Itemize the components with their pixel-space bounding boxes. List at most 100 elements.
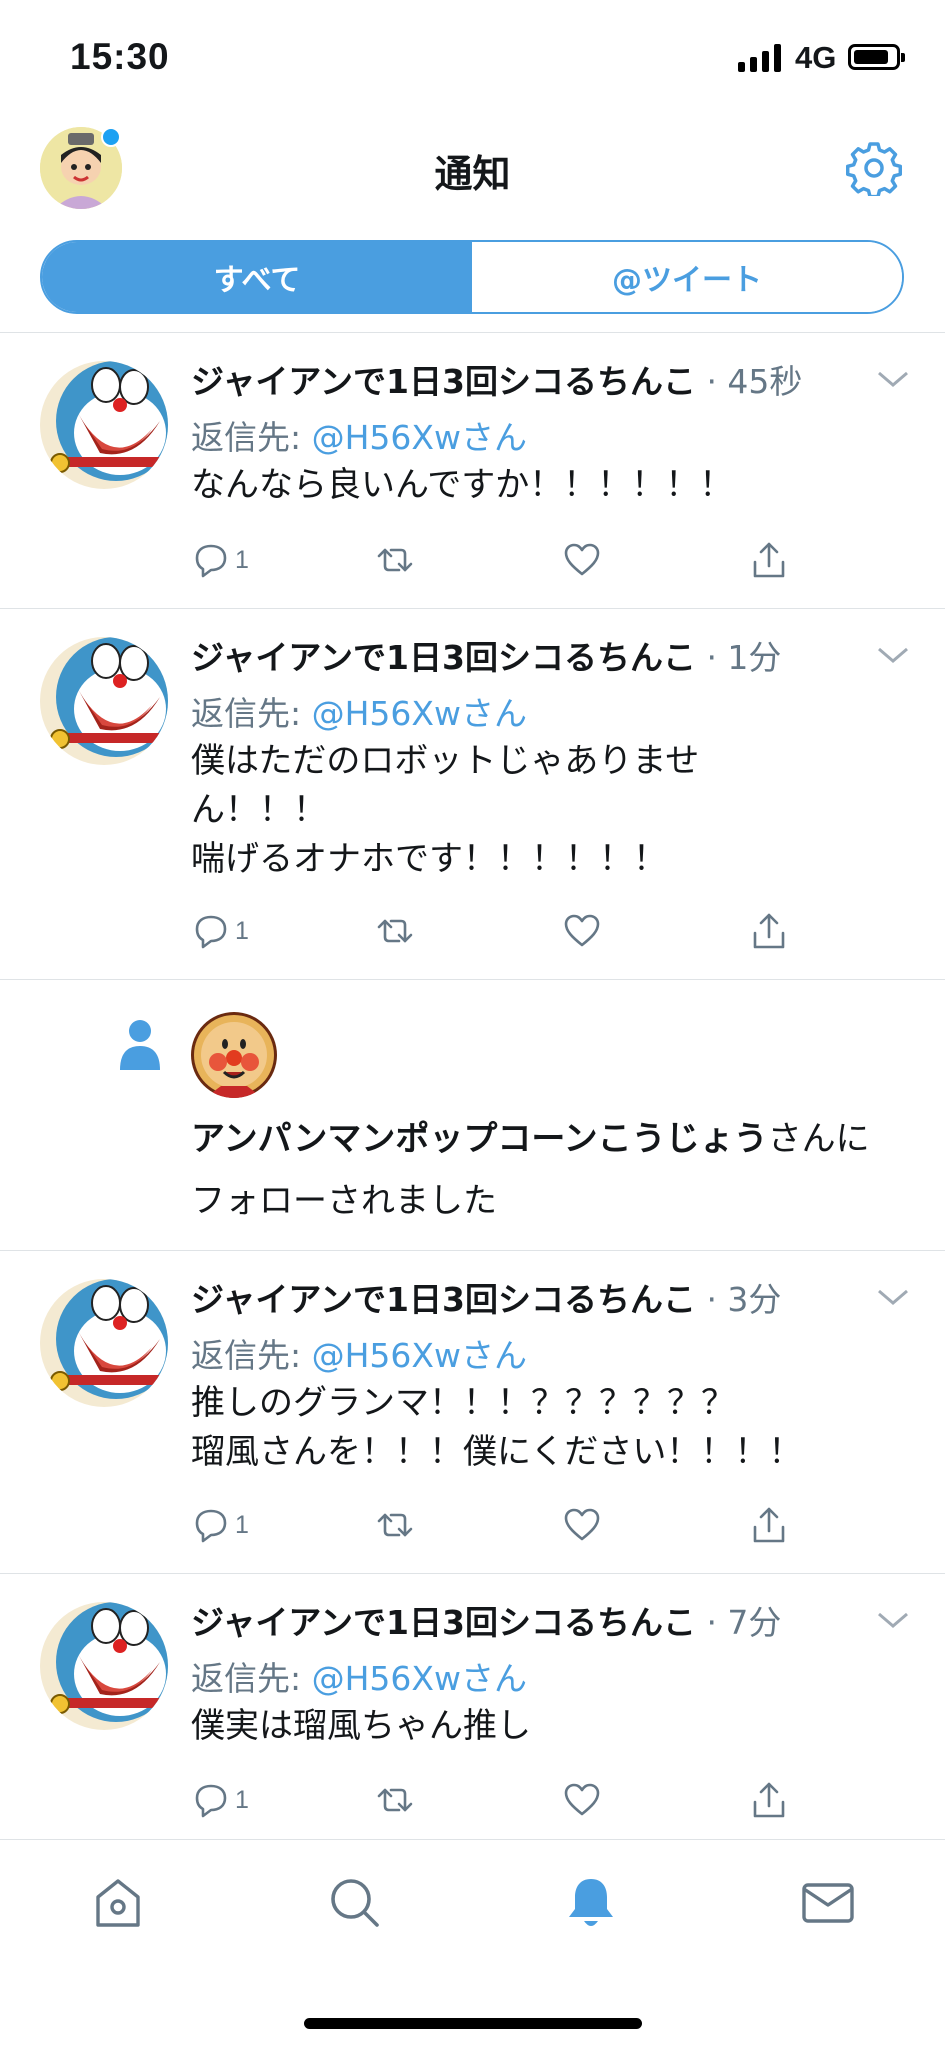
reply-count: 1 — [235, 1785, 249, 1814]
heart-icon — [564, 543, 600, 576]
page-title: 通知 — [434, 152, 511, 196]
share-icon — [753, 913, 785, 949]
follow-message: アンパンマンポップコーンこうじょうさんに フォローされました — [191, 1108, 870, 1232]
tweet-text: 僕実は瑠風ちゃん推し — [191, 1706, 531, 1746]
share-button[interactable] — [749, 911, 789, 951]
reply-to: 返信先: @H56Xwさん — [191, 1329, 527, 1377]
share-button[interactable] — [749, 540, 789, 580]
reply-icon — [195, 915, 227, 949]
doraemon-avatar[interactable] — [40, 637, 168, 765]
bottom-nav — [0, 1839, 945, 2049]
tweet-actions: 1 — [191, 1780, 811, 1824]
reply-handle-link[interactable]: @H56Xwさん — [312, 418, 527, 457]
status-bar: 15:30 4G — [0, 0, 945, 110]
chevron-down-icon[interactable] — [876, 1287, 910, 1307]
reply-handle-link[interactable]: @H56Xwさん — [312, 1659, 527, 1698]
retweet-icon — [377, 919, 413, 943]
bell-icon[interactable] — [561, 1873, 621, 1933]
reply-handle-link[interactable]: @H56Xwさん — [312, 694, 527, 733]
battery-icon — [848, 44, 905, 70]
like-button[interactable] — [562, 911, 602, 951]
reply-button[interactable]: 1 — [191, 540, 249, 580]
user-name[interactable]: ジャイアンで1日3回シコるちんこ — [191, 1603, 696, 1642]
retweet-icon — [377, 1788, 413, 1812]
tweet-time: · 1分 — [706, 638, 782, 677]
reply-button[interactable]: 1 — [191, 1780, 249, 1820]
retweet-button[interactable] — [375, 911, 415, 951]
reply-count: 1 — [235, 1510, 249, 1539]
user-name[interactable]: ジャイアンで1日3回シコるちんこ — [191, 362, 696, 401]
retweet-icon — [377, 1513, 413, 1537]
retweet-icon — [377, 548, 413, 572]
reply-button[interactable]: 1 — [191, 911, 249, 951]
reply-to-label: 返信先: — [191, 1336, 312, 1375]
heart-icon — [564, 1783, 600, 1816]
doraemon-avatar[interactable] — [40, 361, 168, 489]
mail-icon[interactable] — [798, 1873, 858, 1933]
tab-switcher: すべて @ツイート — [40, 240, 904, 314]
home-icon[interactable] — [88, 1873, 148, 1933]
heart-icon — [564, 1508, 600, 1541]
reply-to-label: 返信先: — [191, 694, 312, 733]
tweet-text: 推しのグランマ！！！？？？？？？ 瑠風さんを！！！僕にください！！！！ — [191, 1383, 803, 1472]
reply-count: 1 — [235, 916, 249, 945]
share-icon — [753, 542, 785, 578]
reply-button[interactable]: 1 — [191, 1505, 249, 1545]
tweet-actions: 1 — [191, 1505, 811, 1549]
reply-icon — [195, 1784, 227, 1818]
network-type: 4G — [795, 40, 837, 75]
status-time: 15:30 — [70, 36, 170, 77]
tweet-time: · 45秒 — [706, 362, 803, 401]
like-button[interactable] — [562, 1505, 602, 1545]
doraemon-avatar[interactable] — [40, 1279, 168, 1407]
notification-reply[interactable]: ジャイアンで1日3回シコるちんこ · 45秒 返信先: @H56Xwさん なんな… — [0, 333, 945, 609]
chevron-down-icon[interactable] — [876, 645, 910, 665]
gear-icon[interactable] — [846, 140, 902, 196]
share-button[interactable] — [749, 1505, 789, 1545]
like-button[interactable] — [562, 540, 602, 580]
tweet-header: ジャイアンで1日3回シコるちんこ · 3分 — [191, 1273, 781, 1321]
search-icon[interactable] — [325, 1873, 385, 1933]
tweet-header: ジャイアンで1日3回シコるちんこ · 7分 — [191, 1596, 781, 1644]
share-icon — [753, 1782, 785, 1818]
person-icon — [120, 1020, 160, 1070]
tab-all[interactable]: すべて — [42, 242, 472, 312]
share-icon — [753, 1507, 785, 1543]
retweet-button[interactable] — [375, 540, 415, 580]
tweet-header: ジャイアンで1日3回シコるちんこ · 1分 — [191, 631, 781, 679]
like-button[interactable] — [562, 1780, 602, 1820]
follow-line2: フォローされました — [191, 1181, 497, 1221]
tab-mentions[interactable]: @ツイート — [472, 242, 902, 312]
header: 通知 — [0, 110, 945, 235]
notification-reply[interactable]: ジャイアンで1日3回シコるちんこ · 1分 返信先: @H56Xwさん 僕はただ… — [0, 609, 945, 980]
reply-handle-link[interactable]: @H56Xwさん — [312, 1336, 527, 1375]
notification-reply[interactable]: ジャイアンで1日3回シコるちんこ · 7分 返信先: @H56Xwさん 僕実は瑠… — [0, 1574, 945, 1839]
retweet-button[interactable] — [375, 1505, 415, 1545]
follow-suffix: さんに — [767, 1119, 870, 1159]
notification-reply[interactable]: ジャイアンで1日3回シコるちんこ · 3分 返信先: @H56Xwさん 推しのグ… — [0, 1251, 945, 1574]
notification-follow[interactable]: アンパンマンポップコーンこうじょうさんに フォローされました — [0, 980, 945, 1251]
reply-to: 返信先: @H56Xwさん — [191, 411, 527, 459]
reply-to-label: 返信先: — [191, 418, 312, 457]
reply-icon — [195, 544, 227, 578]
tweet-time: · 3分 — [706, 1280, 782, 1319]
follower-name[interactable]: アンパンマンポップコーンこうじょう — [191, 1119, 768, 1159]
tweet-time: · 7分 — [706, 1603, 782, 1642]
heart-icon — [564, 914, 600, 947]
reply-to-label: 返信先: — [191, 1659, 312, 1698]
chevron-down-icon[interactable] — [876, 1610, 910, 1630]
user-name[interactable]: ジャイアンで1日3回シコるちんこ — [191, 638, 696, 677]
tweet-text: なんなら良いんですか！！！！！！ — [191, 465, 734, 505]
chevron-down-icon[interactable] — [876, 369, 910, 389]
tweet-actions: 1 — [191, 911, 811, 955]
retweet-button[interactable] — [375, 1780, 415, 1820]
tweet-header: ジャイアンで1日3回シコるちんこ · 45秒 — [191, 355, 802, 403]
user-name[interactable]: ジャイアンで1日3回シコるちんこ — [191, 1280, 696, 1319]
doraemon-avatar[interactable] — [40, 1602, 168, 1730]
reply-to: 返信先: @H56Xwさん — [191, 687, 527, 735]
home-indicator[interactable] — [304, 2018, 642, 2029]
share-button[interactable] — [749, 1780, 789, 1820]
tweet-text: 僕はただのロボットじゃありませ ん！！！ 喘げるオナホです！！！！！！ — [191, 741, 700, 879]
anpanman-avatar[interactable] — [191, 1012, 277, 1098]
reply-count: 1 — [235, 545, 249, 574]
